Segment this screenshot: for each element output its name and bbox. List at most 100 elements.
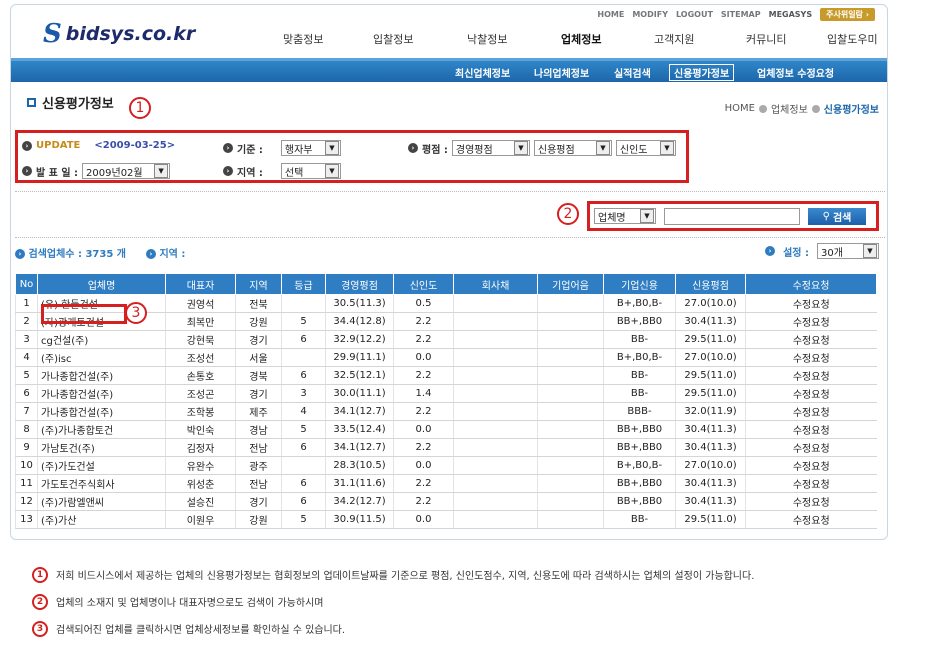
- top-link-sitemap[interactable]: SITEMAP: [721, 10, 761, 19]
- cell-no: 1: [15, 294, 38, 313]
- cell-cp: [537, 348, 604, 367]
- arrow-bullet-icon: ›: [765, 246, 776, 256]
- cell-grade: 6: [281, 330, 326, 349]
- table-row[interactable]: 3 cg건설(주) 강현묵 경기 6 32.9(12.2) 2.2 BB- 29.5(11.0)…: [15, 330, 877, 349]
- col-management: 경영평점: [325, 273, 394, 295]
- cell-edit-request[interactable]: 수정요청: [745, 492, 877, 511]
- table-row[interactable]: 13 (주)가산 이원우 강원 5 30.9(11.5) 0.0 BB- 29.5(11.0) 수…: [15, 510, 877, 529]
- cell-cp: [537, 384, 604, 403]
- cell-edit-request[interactable]: 수정요청: [745, 402, 877, 421]
- top-link-logout[interactable]: LOGOUT: [676, 10, 713, 19]
- cell-company[interactable]: 가나종합건설(주): [37, 402, 166, 421]
- rating-select-management[interactable]: 경영평점 ▼: [451, 140, 530, 156]
- cell-region: 경남: [235, 420, 282, 439]
- arrow-bullet-icon: ›: [22, 140, 32, 151]
- cell-grade: 6: [281, 438, 326, 457]
- top-link-megasys[interactable]: MEGASYS: [769, 10, 813, 19]
- table-row[interactable]: 5 가나종합건설(주) 손통호 경북 6 32.5(12.1) 2.2 BB- 29.5(11.…: [15, 366, 877, 385]
- cell-edit-request[interactable]: 수정요청: [745, 294, 877, 313]
- cell-credit-score: 29.5(11.0): [675, 330, 746, 349]
- cell-corp-credit: BB+,BB0: [603, 492, 676, 511]
- arrow-bullet-icon: ›: [223, 143, 233, 153]
- cell-credit-score: 30.4(11.3): [675, 312, 746, 331]
- rating-select-reliability[interactable]: 신인도 ▼: [615, 140, 676, 156]
- cell-company[interactable]: (주)가람엘앤씨: [37, 492, 166, 511]
- breadcrumb-current: 신용평가정보: [823, 105, 879, 116]
- cell-reliability: 2.2: [393, 402, 454, 421]
- cell-company[interactable]: (주)가산: [37, 510, 166, 529]
- cell-management: 31.1(11.6): [325, 474, 394, 493]
- cell-company[interactable]: (주)isc: [37, 348, 166, 367]
- nav-item-community[interactable]: 커뮤니티: [746, 31, 786, 47]
- nav-item-custom[interactable]: 맞춤정보: [283, 31, 323, 47]
- cell-company[interactable]: (주)가나종합토건: [37, 420, 166, 439]
- cell-cp: [537, 474, 604, 493]
- cell-edit-request[interactable]: 수정요청: [745, 312, 877, 331]
- cell-edit-request[interactable]: 수정요청: [745, 438, 877, 457]
- cell-edit-request[interactable]: 수정요청: [745, 456, 877, 475]
- breadcrumb-home[interactable]: HOME: [725, 103, 755, 114]
- cell-edit-request[interactable]: 수정요청: [745, 420, 877, 439]
- table-row[interactable]: 8 (주)가나종합토건 박인숙 경남 5 33.5(12.4) 0.0 BB+,BB0 30.4…: [15, 420, 877, 439]
- table-header-row: No 업체명 대표자 지역 등급 경영평점 신인도 회사채 기업어음 기업신용 …: [15, 273, 877, 295]
- filter-panel: › UPDATE <2009-03-25> › 기준 : 행자부 ▼ › 평점 :…: [15, 130, 689, 183]
- cell-edit-request[interactable]: 수정요청: [745, 366, 877, 385]
- main-nav: 맞춤정보 입찰정보 낙찰정보 업체정보 고객지원 커뮤니티 입찰도우미: [11, 31, 887, 51]
- top-quick-button[interactable]: 주사위일람 ›: [820, 8, 875, 21]
- rating-select-credit[interactable]: 신용평점 ▼: [533, 140, 612, 156]
- table-row[interactable]: 4 (주)isc 조성선 서울 29.9(11.1) 0.0 B+,B0,B- 27.0(10…: [15, 348, 877, 367]
- cell-ceo: 위성춘: [165, 474, 236, 493]
- table-row[interactable]: 6 가나종합건설(주) 조성곤 경기 3 30.0(11.1) 1.4 BB- 29.5(11.…: [15, 384, 877, 403]
- cell-edit-request[interactable]: 수정요청: [745, 330, 877, 349]
- standard-select[interactable]: 행자부 ▼: [280, 140, 341, 156]
- subnav-my-company[interactable]: 나의업체정보: [534, 65, 589, 80]
- table-row[interactable]: 11 가도토건주식회사 위성춘 전남 6 31.1(11.6) 2.2 BB+,BB0 30.4…: [15, 474, 877, 493]
- cell-region: 경기: [235, 384, 282, 403]
- cell-company[interactable]: cg건설(주): [37, 330, 166, 349]
- cell-company[interactable]: 가남토건(주): [37, 438, 166, 457]
- region-select[interactable]: 선택 ▼: [280, 163, 341, 179]
- nav-item-support[interactable]: 고객지원: [654, 31, 694, 47]
- cell-company[interactable]: 가나종합건설(주): [37, 384, 166, 403]
- cell-company[interactable]: 가나종합건설(주): [37, 366, 166, 385]
- cell-reliability: 0.0: [393, 456, 454, 475]
- cell-company[interactable]: 가도토건주식회사: [37, 474, 166, 493]
- cell-region: 경기: [235, 492, 282, 511]
- cell-company[interactable]: (주)가도건설: [37, 456, 166, 475]
- cell-edit-request[interactable]: 수정요청: [745, 510, 877, 529]
- search-button[interactable]: ⚲ 검색: [808, 207, 866, 225]
- subnav-performance[interactable]: 실적검색: [614, 65, 651, 80]
- nav-item-award[interactable]: 낙찰정보: [467, 31, 507, 47]
- top-links: HOME MODIFY LOGOUT SITEMAP MEGASYS 주사위일람…: [597, 8, 875, 21]
- magnifier-icon: ⚲: [822, 210, 830, 222]
- chevron-down-icon: ▼: [324, 164, 339, 178]
- nav-item-helper[interactable]: 입찰도우미: [827, 31, 878, 47]
- standard-row: › 기준 : 행자부 ▼: [223, 140, 341, 156]
- note-text: 업체의 소재지 및 업체명이나 대표자명으로도 검색이 가능하시며: [56, 598, 324, 609]
- announce-select[interactable]: 2009년02월 ▼: [82, 163, 171, 179]
- breadcrumb-company[interactable]: 업체정보: [771, 101, 808, 116]
- table-row[interactable]: 9 가남토건(주) 김정자 전남 6 34.1(12.7) 2.2 BB+,BB0 30.4(1…: [15, 438, 877, 457]
- col-bond: 회사채: [453, 273, 538, 295]
- nav-item-company[interactable]: 업체정보: [561, 31, 601, 47]
- note-number: 3: [32, 620, 48, 637]
- nav-item-bid[interactable]: 입찰정보: [373, 31, 413, 47]
- cell-edit-request[interactable]: 수정요청: [745, 384, 877, 403]
- search-input[interactable]: [664, 207, 800, 225]
- table-row[interactable]: 12 (주)가람엘앤씨 설승진 경기 6 34.2(12.7) 2.2 BB+,BB0 30.4…: [15, 492, 877, 511]
- top-link-home[interactable]: HOME: [597, 10, 624, 19]
- cell-region: 강원: [235, 312, 282, 331]
- cell-edit-request[interactable]: 수정요청: [745, 348, 877, 367]
- subnav-edit-request[interactable]: 업체정보 수정요청: [757, 65, 834, 80]
- cell-edit-request[interactable]: 수정요청: [745, 474, 877, 493]
- top-link-modify[interactable]: MODIFY: [632, 10, 668, 19]
- col-credit-score: 신용평점: [675, 273, 746, 295]
- subnav-credit[interactable]: 신용평가정보: [669, 64, 735, 81]
- cell-management: 30.0(11.1): [325, 384, 394, 403]
- table-row[interactable]: 10 (주)가도건설 유완수 광주 28.3(10.5) 0.0 B+,B0,B- 27.0(…: [15, 456, 877, 475]
- subnav-latest[interactable]: 최신업체정보: [455, 65, 510, 80]
- per-page-select[interactable]: 30개 ▼: [817, 243, 879, 259]
- table-row[interactable]: 7 가나종합건설(주) 조학봉 제주 4 34.1(12.7) 2.2 BBB- 32.0(11…: [15, 402, 877, 421]
- search-field-select[interactable]: 업체명 ▼: [594, 208, 656, 224]
- update-row: › UPDATE <2009-03-25>: [22, 140, 175, 151]
